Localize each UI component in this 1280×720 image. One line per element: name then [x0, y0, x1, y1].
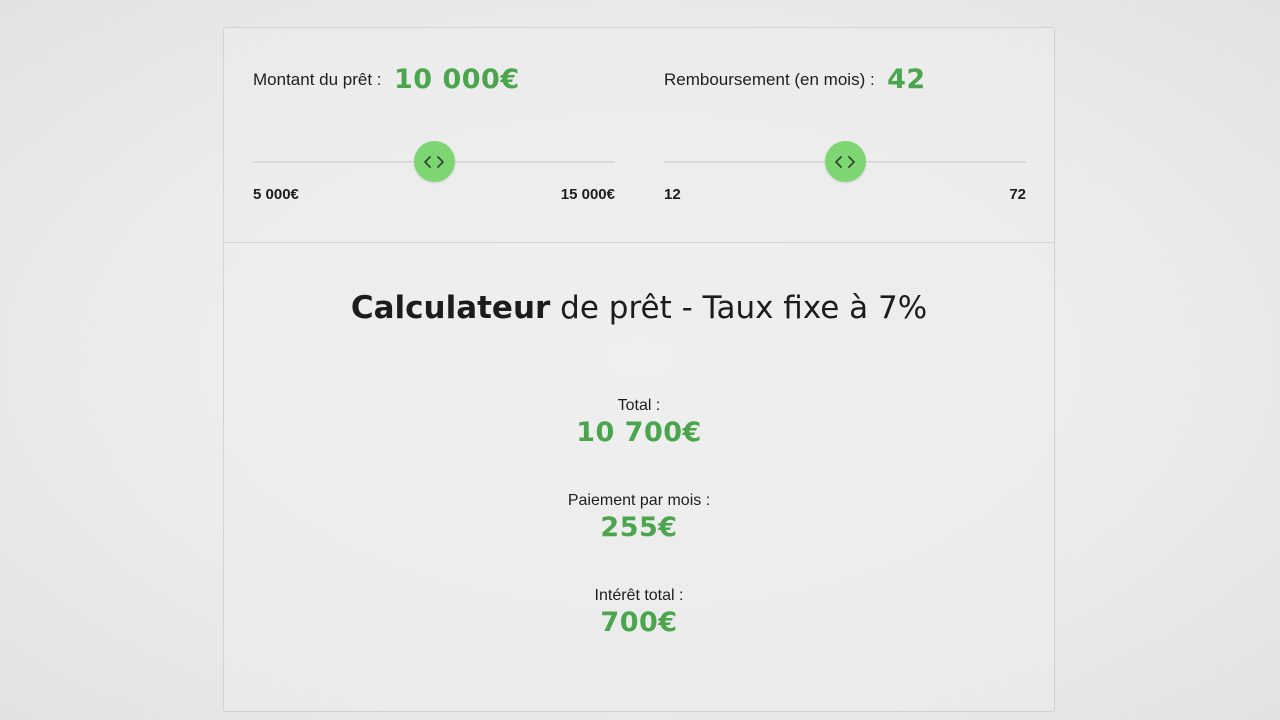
total-result: Total : 10 700€ [224, 396, 1054, 450]
monthly-payment-value: 255€ [600, 512, 678, 543]
calculator-title: Calculateur de prêt - Taux fixe à 7% [224, 290, 1054, 326]
interest-result: Intérêt total : 700€ [224, 586, 1054, 640]
loan-amount-header: Montant du prêt : 10 000€ [253, 62, 520, 98]
calculator-title-bold: Calculateur [350, 290, 551, 326]
loan-calculator-card: Montant du prêt : 10 000€ 5 000€ 15 000€… [223, 27, 1055, 712]
repayment-label: Remboursement (en mois) : [664, 70, 875, 89]
loan-amount-min-label: 5 000€ [253, 186, 299, 203]
calculator-title-rest: de prêt - Taux fixe à 7% [550, 290, 928, 326]
monthly-payment-label: Paiement par mois : [567, 492, 711, 509]
loan-amount-max-label: 15 000€ [560, 186, 615, 203]
repayment-max-label: 72 [1009, 186, 1026, 203]
total-value: 10 700€ [576, 417, 702, 448]
loan-amount-label: Montant du prêt : [253, 70, 382, 89]
loan-amount-slider-thumb[interactable] [413, 141, 455, 182]
sliders-panel: Montant du prêt : 10 000€ 5 000€ 15 000€… [224, 28, 1054, 243]
chevrons-left-right-icon [424, 155, 444, 168]
results-panel: Calculateur de prêt - Taux fixe à 7% Tot… [224, 243, 1054, 713]
interest-label: Intérêt total : [594, 587, 684, 604]
interest-value: 700€ [600, 607, 678, 638]
monthly-payment-result: Paiement par mois : 255€ [224, 491, 1054, 545]
repayment-header: Remboursement (en mois) : 42 [664, 62, 926, 98]
repayment-slider-thumb[interactable] [824, 141, 866, 182]
loan-amount-value: 10 000€ [393, 64, 520, 95]
loan-amount-slider-group: Montant du prêt : 10 000€ 5 000€ 15 000€ [253, 62, 615, 203]
repayment-value: 42 [887, 64, 926, 95]
total-label: Total : [617, 397, 661, 414]
repayment-min-label: 12 [664, 186, 681, 203]
chevrons-left-right-icon [835, 155, 855, 168]
repayment-slider-group: Remboursement (en mois) : 42 12 72 [664, 62, 1026, 203]
